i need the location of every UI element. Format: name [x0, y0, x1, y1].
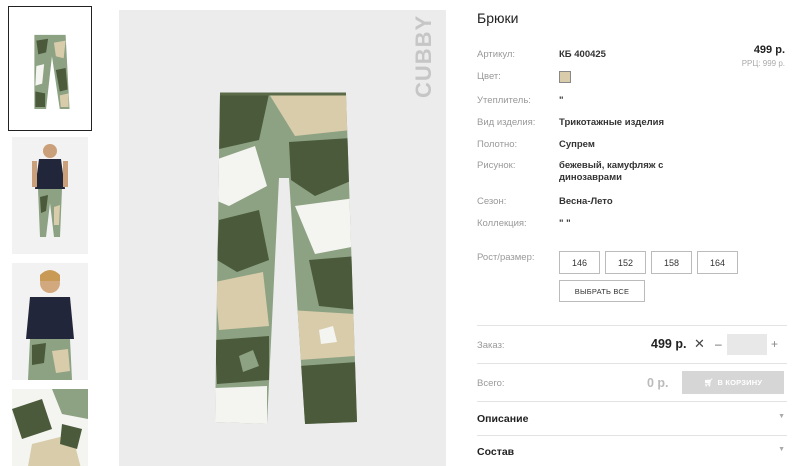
- thumbnail-pants-front[interactable]: [8, 6, 92, 131]
- spec-label: Цвет:: [477, 71, 501, 82]
- fabric-thumbnail-image: [12, 389, 88, 466]
- cart-icon: 🛒︎: [703, 378, 714, 387]
- spec-label: Артикул:: [477, 49, 516, 60]
- thumbnail-model-close[interactable]: [12, 263, 88, 380]
- spec-label: Коллекция:: [477, 218, 527, 229]
- thumbnail-model-full[interactable]: [12, 137, 88, 254]
- order-label: Заказ:: [477, 340, 505, 351]
- increment-button[interactable]: +: [771, 337, 778, 351]
- pants-main-image: CUBBY: [119, 10, 446, 466]
- spec-value: Весна-Лето: [559, 196, 613, 207]
- total-label: Всего:: [477, 378, 505, 389]
- thumbnail-fabric-detail[interactable]: [12, 389, 88, 466]
- divider: [477, 325, 787, 326]
- chevron-down-icon: ▼: [778, 413, 785, 420]
- accordion-label: Описание: [477, 413, 529, 425]
- pants-thumbnail-image: [9, 7, 91, 130]
- spec-value: бежевый, камуфляж с динозаврами: [559, 160, 664, 183]
- spec-value: КБ 400425: [559, 49, 606, 60]
- total-value: 0 р.: [647, 376, 669, 390]
- add-to-cart-button[interactable]: 🛒︎ В КОРЗИНУ: [682, 371, 784, 394]
- times-icon: ✕: [694, 336, 705, 351]
- product-price: 499 р.: [753, 44, 785, 56]
- spec-value: " ": [559, 218, 571, 229]
- select-all-sizes-button[interactable]: ВЫБРАТЬ ВСЕ: [559, 280, 645, 302]
- size-label: Рост/размер:: [477, 252, 535, 263]
- spec-label: Вид изделия:: [477, 117, 536, 128]
- size-option-146[interactable]: 146: [559, 251, 600, 274]
- quantity-input[interactable]: [727, 334, 767, 355]
- brand-watermark: CUBBY: [411, 15, 436, 98]
- spec-label: Утеплитель:: [477, 95, 531, 106]
- spec-value: Супрем: [559, 139, 595, 150]
- spec-value: Трикотажные изделия: [559, 117, 665, 128]
- spec-label: Полотно:: [477, 139, 518, 150]
- accordion-description[interactable]: Описание ▼: [477, 413, 787, 425]
- spec-label: Сезон:: [477, 196, 507, 207]
- product-title: Брюки: [477, 10, 519, 26]
- size-option-158[interactable]: 158: [651, 251, 692, 274]
- accordion-composition[interactable]: Состав ▼: [477, 446, 787, 458]
- cart-button-label: В КОРЗИНУ: [717, 378, 763, 387]
- spec-value: ": [559, 95, 564, 106]
- color-swatch[interactable]: [559, 71, 571, 83]
- order-price: 499 р.: [651, 337, 687, 351]
- size-option-152[interactable]: 152: [605, 251, 646, 274]
- model-close-thumbnail-image: [12, 263, 88, 380]
- main-product-image[interactable]: CUBBY: [119, 10, 446, 466]
- model-thumbnail-image: [12, 137, 88, 254]
- size-option-164[interactable]: 164: [697, 251, 738, 274]
- divider: [477, 363, 787, 364]
- decrement-button[interactable]: –: [715, 337, 722, 351]
- chevron-down-icon: ▼: [778, 446, 785, 453]
- spec-label: Рисунок:: [477, 160, 516, 171]
- accordion-label: Состав: [477, 446, 515, 458]
- divider: [477, 435, 787, 436]
- divider: [477, 401, 787, 402]
- recommended-retail-price: РРЦ: 999 р.: [741, 59, 785, 68]
